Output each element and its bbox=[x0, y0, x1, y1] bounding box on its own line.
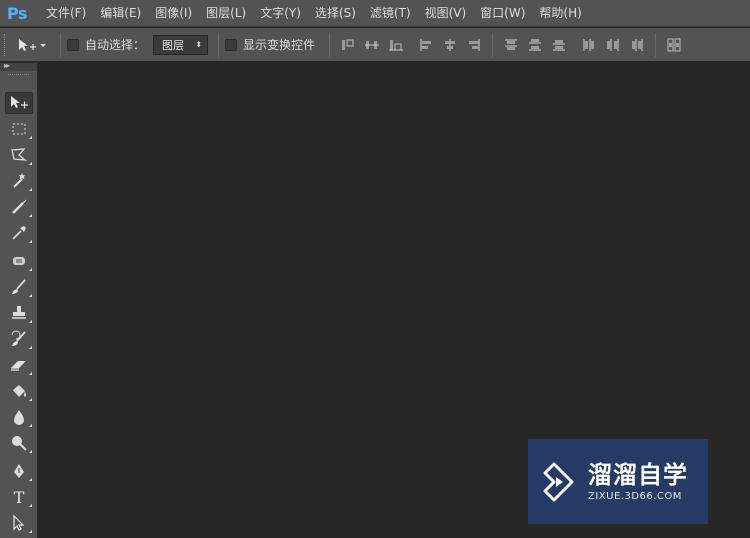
show-transform-label: 显示变换控件 bbox=[243, 38, 316, 52]
auto-select-target-dropdown[interactable]: 图层 ⬍ bbox=[153, 34, 209, 55]
separator bbox=[655, 32, 657, 57]
menu-view[interactable]: 视图(V) bbox=[418, 0, 474, 27]
clone-stamp-tool[interactable] bbox=[5, 302, 33, 324]
align-right-edges-icon[interactable] bbox=[465, 35, 483, 55]
pen-icon bbox=[14, 464, 24, 478]
healing-brush-icon bbox=[13, 257, 25, 265]
type-tool[interactable]: T bbox=[5, 486, 33, 508]
menu-help[interactable]: 帮助(H) bbox=[532, 0, 588, 27]
play-logo-icon bbox=[543, 462, 574, 501]
crop-tool[interactable] bbox=[5, 196, 33, 218]
menu-edit[interactable]: 编辑(E) bbox=[93, 0, 148, 27]
align-horizontal-centers-icon[interactable] bbox=[441, 35, 459, 55]
blur-drop-icon bbox=[14, 410, 24, 425]
align-left-edges-icon[interactable] bbox=[417, 35, 435, 55]
history-brush-icon bbox=[11, 330, 26, 346]
pen-tool[interactable] bbox=[5, 460, 33, 482]
auto-select-label: 自动选择： bbox=[85, 38, 146, 52]
path-selection-tool[interactable] bbox=[5, 512, 33, 534]
brush-icon bbox=[12, 279, 26, 294]
menu-filter[interactable]: 滤镜(T) bbox=[363, 0, 418, 27]
tools-panel-grip[interactable] bbox=[8, 74, 29, 80]
menu-window[interactable]: 窗口(W) bbox=[473, 0, 532, 27]
dodge-tool[interactable] bbox=[5, 432, 33, 454]
lasso-icon bbox=[11, 148, 28, 161]
menu-image[interactable]: 图像(I) bbox=[148, 0, 199, 27]
path-selection-icon bbox=[13, 514, 25, 531]
auto-select-checkbox[interactable] bbox=[67, 38, 79, 51]
distribute-top-edges-icon[interactable] bbox=[502, 35, 520, 55]
menu-type[interactable]: 文字(Y) bbox=[253, 0, 308, 27]
watermark: 溜溜自学 ZIXUE.3D66.COM bbox=[528, 439, 708, 524]
watermark-title: 溜溜自学 bbox=[588, 461, 688, 489]
move-icon bbox=[11, 96, 28, 109]
clone-stamp-icon bbox=[12, 306, 26, 319]
marquee-icon bbox=[12, 123, 26, 135]
show-transform-checkbox[interactable] bbox=[225, 38, 238, 51]
distribute-right-edges-icon[interactable] bbox=[628, 35, 646, 55]
distribute-horizontal-centers-icon[interactable] bbox=[604, 35, 622, 55]
move-tool-icon bbox=[19, 38, 46, 51]
dodge-icon bbox=[12, 436, 27, 451]
magic-wand-tool[interactable] bbox=[5, 170, 33, 192]
separator bbox=[60, 32, 61, 57]
move-tool[interactable] bbox=[5, 92, 33, 114]
eraser-icon bbox=[11, 361, 26, 371]
align-vertical-centers-icon[interactable] bbox=[363, 35, 381, 55]
distribute-vertical-centers-icon[interactable] bbox=[526, 35, 544, 55]
distribute-left-edges-icon[interactable] bbox=[580, 35, 598, 55]
eyedropper-tool[interactable] bbox=[5, 222, 33, 244]
photoshop-logo[interactable]: Ps bbox=[0, 0, 34, 27]
eraser-tool[interactable] bbox=[5, 354, 33, 376]
auto-select-target-value: 图层 bbox=[162, 38, 185, 52]
crop-icon bbox=[12, 199, 27, 214]
lasso-tool[interactable] bbox=[5, 144, 33, 166]
rectangular-marquee-tool[interactable] bbox=[5, 118, 33, 140]
tools-panel-header[interactable]: ▸▸ bbox=[0, 61, 37, 71]
magic-wand-icon bbox=[13, 172, 26, 188]
menu-file[interactable]: 文件(F) bbox=[34, 0, 93, 27]
options-bar: 自动选择： 图层 ⬍ 显示变换控件 bbox=[0, 28, 750, 62]
separator bbox=[218, 32, 220, 57]
tool-preset-picker[interactable] bbox=[10, 33, 54, 57]
separator bbox=[329, 32, 331, 57]
align-bottom-edges-icon[interactable] bbox=[387, 35, 405, 55]
separator bbox=[492, 32, 494, 57]
menu-select[interactable]: 选择(S) bbox=[308, 0, 363, 27]
auto-align-layers-icon[interactable] bbox=[665, 35, 683, 55]
history-brush-tool[interactable] bbox=[5, 328, 33, 350]
eyedropper-icon bbox=[12, 226, 26, 240]
spot-healing-tool[interactable] bbox=[5, 250, 33, 272]
menu-bar: Ps 文件(F) 编辑(E) 图像(I) 图层(L) 文字(Y) 选择(S) 滤… bbox=[0, 0, 750, 27]
watermark-url: ZIXUE.3D66.COM bbox=[588, 491, 682, 502]
tools-panel: ▸▸ T bbox=[0, 61, 38, 538]
distribute-bottom-edges-icon[interactable] bbox=[550, 35, 568, 55]
paint-bucket-icon bbox=[13, 385, 26, 397]
menu-layer[interactable]: 图层(L) bbox=[199, 0, 253, 27]
brush-tool[interactable] bbox=[5, 276, 33, 298]
type-icon: T bbox=[13, 487, 25, 507]
stepper-arrows-icon: ⬍ bbox=[195, 39, 203, 49]
paint-bucket-tool[interactable] bbox=[5, 380, 33, 402]
expand-panel-icon[interactable]: ▸▸ bbox=[4, 61, 10, 70]
align-top-edges-icon[interactable] bbox=[339, 35, 357, 55]
blur-tool[interactable] bbox=[5, 406, 33, 428]
